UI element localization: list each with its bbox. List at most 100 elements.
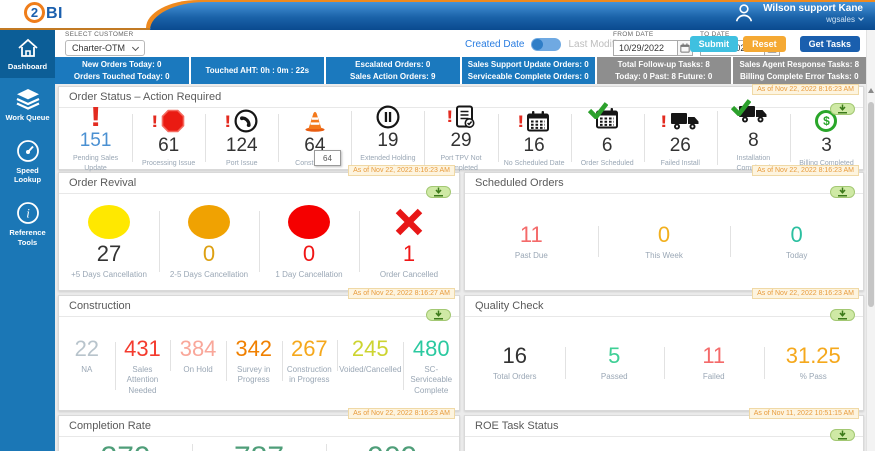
main-content: SELECT CUSTOMER Charter-OTM Created Date… <box>55 30 866 451</box>
calendar-alert-icon <box>527 110 550 132</box>
metric-completion-3[interactable]: 909 <box>325 440 459 451</box>
metric-value: 787 <box>194 441 323 451</box>
metric-port-tpv-not-completed[interactable]: ! 29 Port TPV Not Completed <box>424 102 497 173</box>
download-button[interactable] <box>426 186 451 198</box>
metric-order-scheduled[interactable]: 6 Order Scheduled <box>570 102 644 169</box>
metric-value: 151 <box>79 130 112 152</box>
sidebar-item-reference-tools[interactable]: i Reference Tools <box>0 194 55 254</box>
download-button[interactable] <box>830 309 855 321</box>
metric-failed-install[interactable]: ! 26 Failed Install <box>643 107 717 169</box>
metric-plus5-days-cancellation[interactable]: 27 +5 Days Cancellation <box>59 202 159 281</box>
exclamation-icon: ! <box>445 107 454 127</box>
panel-title: ROE Task Status <box>465 416 863 437</box>
submit-button[interactable]: Submit <box>689 36 739 52</box>
metric-value: 11 <box>519 221 543 247</box>
metric-extended-holding-pool[interactable]: 19 Extended Holding Pool <box>351 102 424 173</box>
scrollbar-thumb[interactable] <box>868 102 874 307</box>
metric-value: 27 <box>96 240 122 266</box>
user-role[interactable]: wgsales <box>763 15 864 24</box>
download-button[interactable] <box>830 186 855 198</box>
scrollbar-up-arrow-icon[interactable] <box>868 88 874 93</box>
metric-survey-in-progress[interactable]: 342 Survey in Progress <box>225 335 282 387</box>
user-name: Wilson support Kane <box>763 2 863 14</box>
select-customer-label: SELECT CUSTOMER <box>65 31 134 38</box>
metric-today[interactable]: 0 Today <box>730 221 863 262</box>
metric-value: 26 <box>669 134 691 156</box>
metric-label: Construction in Progress <box>286 365 332 385</box>
download-icon <box>838 187 847 197</box>
metric-pending-sales-update[interactable]: ! 151 Pending Sales Update <box>59 102 132 173</box>
from-date-input[interactable]: 10/29/2022 <box>613 40 693 56</box>
reset-button[interactable]: Reset <box>743 36 786 52</box>
metric-value: 0 <box>202 240 216 266</box>
metric-na[interactable]: 22 NA <box>59 335 115 376</box>
app-header: 2 BI Wilson support Kane wgsales <box>0 0 875 30</box>
metric-completion-2[interactable]: 787 <box>192 440 325 451</box>
vertical-scrollbar[interactable] <box>866 30 875 451</box>
sidebar-item-dashboard[interactable]: Dashboard <box>0 30 55 78</box>
user-menu[interactable]: Wilson support Kane wgsales <box>733 2 864 24</box>
metric-passed[interactable]: 5 Passed <box>564 342 665 383</box>
get-tasks-button[interactable]: Get Tasks <box>799 36 860 52</box>
metric-value: 124 <box>225 134 258 156</box>
metric-value: 5 <box>608 343 621 369</box>
metric-label: Order Cancelled <box>379 269 439 279</box>
metric-label: Total Orders <box>492 372 537 382</box>
brand-logo: 2 BI <box>24 2 63 23</box>
exclamation-icon: ! <box>224 111 232 131</box>
check-icon <box>731 99 752 117</box>
download-button[interactable] <box>426 309 451 321</box>
exclamation-icon: ! <box>660 111 668 131</box>
metric-label: Order Scheduled <box>580 159 634 167</box>
metric-this-week[interactable]: 0 This Week <box>597 221 731 262</box>
stat-new-orders: New Orders Today: 0 Orders Touched Today:… <box>55 57 189 84</box>
metric-label: Failed Install <box>660 159 700 167</box>
metric-construction-in-progress[interactable]: 267 Construction in Progress <box>281 335 338 387</box>
download-icon <box>838 310 847 320</box>
metric-label: Pending Sales Update <box>72 155 119 172</box>
metric-label: No Scheduled Date <box>503 159 565 167</box>
phone-circle-icon <box>234 109 258 133</box>
metric-sales-attention-needed[interactable]: 431 Sales Attention Needed <box>114 335 171 397</box>
metric-label: Voided/Cancelled <box>339 365 402 374</box>
metric-installation-completed[interactable]: 8 Installation Completed <box>716 99 790 173</box>
toggle-knob <box>532 39 544 50</box>
sidebar-item-work-queue[interactable]: Work Queue <box>0 81 55 129</box>
metric-2-5-days-cancellation[interactable]: 0 2-5 Days Cancellation <box>159 202 259 281</box>
customer-select[interactable]: Charter-OTM <box>65 40 145 56</box>
controls-bar: SELECT CUSTOMER Charter-OTM Created Date… <box>55 30 866 57</box>
metric-past-due[interactable]: 11 Past Due <box>465 221 598 262</box>
metric-processing-issue[interactable]: ! 61 Processing Issue <box>132 107 205 169</box>
metric-completion-1[interactable]: 379 <box>59 440 192 451</box>
metric-voided-cancelled[interactable]: 245 Voided/Cancelled <box>337 335 403 376</box>
as-of-timestamp: As of Nov 22, 2022 8:16:23 AM <box>752 288 859 299</box>
metric-value: 22 <box>74 336 100 361</box>
metric-no-scheduled-date[interactable]: ! 16 No Scheduled Date <box>497 107 571 169</box>
metric-value: 8 <box>748 130 759 152</box>
date-mode-toggle[interactable] <box>531 38 562 51</box>
red-dot-icon <box>288 204 330 239</box>
metric-label: SC-Serviceable Complete <box>410 365 453 395</box>
metric-label: NA <box>81 365 93 374</box>
metric-label: Past Due <box>514 250 548 260</box>
metric-on-hold[interactable]: 384 On Hold <box>170 335 226 376</box>
metric-label: This Week <box>645 250 683 260</box>
metric-label: Passed <box>600 372 628 382</box>
metric-value: 379 <box>61 441 190 451</box>
metric-percent-pass[interactable]: 31.25 % Pass <box>763 342 864 383</box>
as-of-timestamp: As of Nov 22, 2022 8:16:23 AM <box>348 165 455 176</box>
metric-1-day-cancellation[interactable]: 0 1 Day Cancellation <box>259 202 359 281</box>
svg-text:i: i <box>26 206 30 221</box>
panel-order-status: As of Nov 22, 2022 8:16:23 AM Order Stat… <box>58 84 864 173</box>
download-button[interactable] <box>830 429 855 441</box>
created-date-label: Created Date <box>465 39 525 50</box>
metric-failed[interactable]: 11 Failed <box>664 342 764 383</box>
metric-total-orders[interactable]: 16 Total Orders <box>465 342 565 383</box>
metric-order-cancelled[interactable]: 1 Order Cancelled <box>359 202 459 281</box>
panel-title: Order Revival <box>59 173 459 194</box>
sidebar-item-speed-lookup[interactable]: Speed Lookup <box>0 132 55 192</box>
metric-sc-serviceable-complete[interactable]: 480 SC-Serviceable Complete <box>403 335 459 397</box>
download-button[interactable] <box>830 103 855 115</box>
metric-port-issue[interactable]: ! 124 Port Issue <box>205 107 278 169</box>
metric-billing-completed[interactable]: $ 3 Billing Completed <box>789 107 863 169</box>
